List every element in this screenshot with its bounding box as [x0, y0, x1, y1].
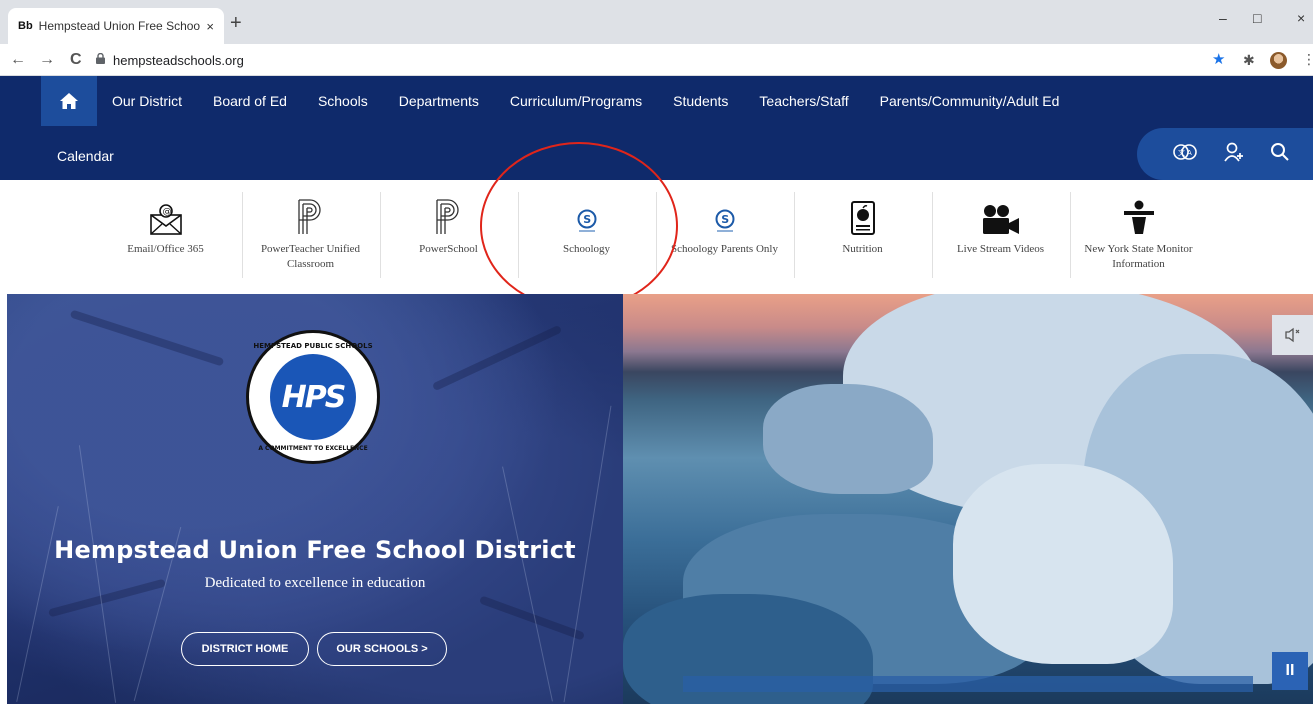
schoology-icon: S	[656, 192, 793, 236]
quicklink-label: Schoology	[562, 243, 611, 255]
schoology-icon: S	[518, 192, 655, 236]
video-camera-icon	[932, 192, 1069, 236]
tab-close-icon[interactable]: ×	[206, 19, 214, 34]
nav-teachers-staff[interactable]: Teachers/Staff	[759, 93, 848, 109]
new-tab-button[interactable]: +	[230, 13, 242, 33]
search-icon[interactable]	[1270, 142, 1290, 167]
quicklink-live-stream[interactable]: Live Stream Videos	[932, 192, 1069, 284]
logo-badge: HPS	[270, 354, 356, 440]
grass-blade	[78, 445, 117, 703]
quicklink-powerteacher[interactable]: PowerTeacher Unified Classroom	[242, 192, 379, 284]
profile-avatar[interactable]	[1270, 52, 1287, 69]
quicklink-label: PowerSchool	[419, 243, 478, 255]
pause-button[interactable]: II	[1272, 652, 1308, 690]
tiger-stripe	[431, 324, 563, 392]
nav-curriculum-programs[interactable]: Curriculum/Programs	[510, 93, 642, 109]
logo-monogram: HPS	[281, 379, 347, 415]
video-progress-bar[interactable]	[683, 676, 1253, 692]
hero-banner: HEMPSTEAD PUBLIC SCHOOLS HPS A COMMITMEN…	[7, 294, 623, 704]
translate-icon[interactable]: 文A	[1172, 142, 1198, 167]
logo-ring-text: A COMMITMENT TO EXCELLENCE	[258, 445, 368, 452]
browser-tabstrip: Bb Hempstead Union Free School D × + – □…	[0, 0, 1313, 44]
home-button[interactable]	[41, 76, 97, 126]
tab-title: Hempstead Union Free School D	[38, 19, 201, 33]
browser-tab[interactable]: Bb Hempstead Union Free School D ×	[8, 8, 224, 44]
quicklink-schoology[interactable]: S Schoology	[518, 192, 655, 284]
back-button[interactable]: ←	[10, 50, 26, 70]
home-icon	[60, 93, 78, 109]
address-bar: ← → C hempsteadschools.org ★ ✱ ⋮	[0, 44, 1313, 76]
email-icon: @	[97, 192, 234, 236]
nav-parents-community[interactable]: Parents/Community/Adult Ed	[880, 93, 1060, 109]
hero-subtitle: Dedicated to excellence in education	[204, 575, 426, 591]
minimize-button[interactable]: –	[1219, 10, 1227, 26]
nav-calendar[interactable]: Calendar	[57, 148, 114, 164]
svg-text:@: @	[162, 207, 171, 217]
nav-schools[interactable]: Schools	[318, 93, 368, 109]
url-input[interactable]: hempsteadschools.org	[96, 48, 1196, 72]
blackboard-favicon: Bb	[18, 20, 33, 32]
hero-video[interactable]	[623, 294, 1313, 704]
quicklink-label: Live Stream Videos	[956, 243, 1045, 255]
quicklink-label: Nutrition	[842, 243, 883, 255]
quicklink-nutrition[interactable]: Nutrition	[794, 192, 931, 284]
url-text: hempsteadschools.org	[113, 52, 244, 68]
lock-icon	[96, 52, 105, 67]
bookmark-star-icon[interactable]: ★	[1212, 51, 1225, 69]
utility-bar: 文A	[1137, 128, 1313, 180]
quicklink-label: New York State Monitor Information	[1084, 243, 1193, 270]
mute-button[interactable]	[1272, 315, 1313, 355]
quicklink-label: Schoology Parents Only	[671, 243, 778, 255]
quicklink-powerschool[interactable]: PowerSchool	[380, 192, 517, 284]
logo-ring-text: HEMPSTEAD PUBLIC SCHOOLS	[253, 342, 373, 350]
site-header: Our District Board of Ed Schools Departm…	[0, 76, 1313, 180]
mute-icon	[1284, 327, 1299, 343]
quicklink-nys-monitor[interactable]: New York State Monitor Information	[1070, 192, 1207, 284]
svg-text:文: 文	[1178, 148, 1185, 157]
close-window-button[interactable]: ×	[1297, 10, 1305, 26]
powerschool-icon	[380, 192, 517, 236]
quicklink-label: Email/Office 365	[127, 243, 204, 255]
district-home-button[interactable]: DISTRICT HOME	[181, 632, 309, 666]
svg-text:S: S	[583, 213, 591, 226]
nav-board-of-ed[interactable]: Board of Ed	[213, 93, 287, 109]
district-logo: HEMPSTEAD PUBLIC SCHOOLS HPS A COMMITMEN…	[246, 330, 380, 464]
quicklink-email[interactable]: @ Email/Office 365	[97, 192, 234, 284]
menu-icon[interactable]: ⋮	[1302, 50, 1313, 68]
quick-links-bar: @ Email/Office 365 PowerTeacher Unified …	[0, 180, 1313, 294]
nav-our-district[interactable]: Our District	[112, 93, 182, 109]
main-nav: Our District Board of Ed Schools Departm…	[112, 76, 1090, 126]
nav-departments[interactable]: Departments	[399, 93, 479, 109]
tiger-stripe	[69, 309, 225, 367]
our-schools-button[interactable]: OUR SCHOOLS >	[317, 632, 447, 666]
extensions-icon[interactable]: ✱	[1243, 51, 1255, 69]
reload-button[interactable]: C	[70, 50, 82, 70]
powerschool-icon	[242, 192, 379, 236]
user-sign-in-icon[interactable]	[1223, 141, 1245, 168]
ice-formation	[763, 384, 933, 494]
forward-button[interactable]: →	[39, 50, 55, 70]
svg-text:A: A	[1187, 149, 1192, 157]
quicklink-schoology-parents[interactable]: S Schoology Parents Only	[656, 192, 793, 284]
quicklink-label: PowerTeacher Unified Classroom	[260, 243, 361, 270]
hero-title: Hempstead Union Free School District	[54, 536, 576, 564]
monitor-person-icon	[1070, 192, 1207, 236]
maximize-button[interactable]: □	[1253, 10, 1261, 26]
nutrition-icon	[794, 192, 931, 236]
ice-formation	[953, 464, 1173, 664]
svg-text:S: S	[721, 213, 729, 226]
nav-students[interactable]: Students	[673, 93, 728, 109]
